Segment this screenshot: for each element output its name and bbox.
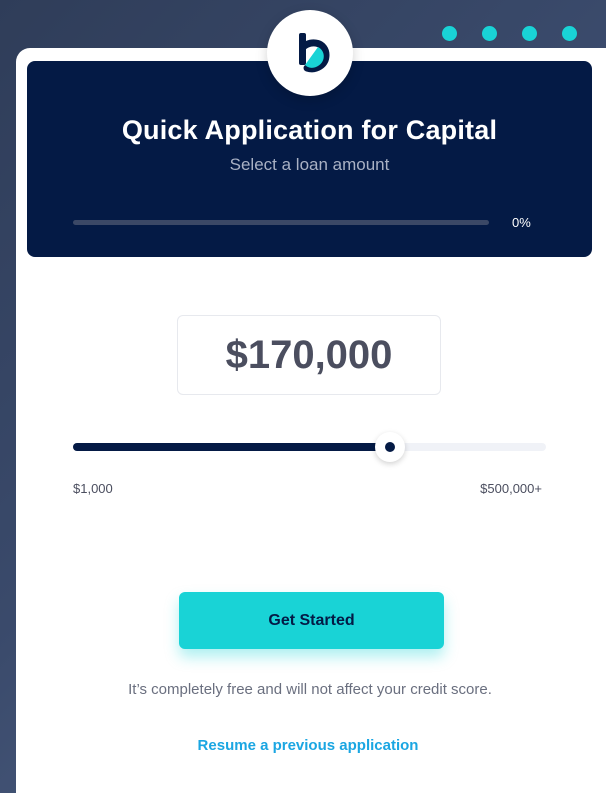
get-started-button[interactable]: Get Started bbox=[179, 592, 444, 649]
resume-application-link[interactable]: Resume a previous application bbox=[0, 737, 606, 754]
decorative-dot bbox=[482, 26, 497, 41]
decorative-dot bbox=[562, 26, 577, 41]
slider-thumb[interactable] bbox=[374, 432, 405, 462]
loan-amount-display[interactable]: $170,000 bbox=[177, 315, 441, 395]
progress-label: 0% bbox=[512, 215, 531, 230]
loan-amount-slider[interactable] bbox=[73, 432, 546, 462]
brand-b-logo-icon bbox=[299, 33, 330, 73]
brand-logo bbox=[267, 10, 353, 96]
decorative-dot bbox=[522, 26, 537, 41]
slider-fill bbox=[73, 443, 390, 451]
credit-disclaimer: It’s completely free and will not affect… bbox=[128, 681, 492, 698]
progress-bar bbox=[73, 220, 489, 225]
slider-max-label: $500,000+ bbox=[480, 481, 542, 496]
page-title: Quick Application for Capital bbox=[121, 115, 498, 145]
slider-min-label: $1,000 bbox=[73, 481, 113, 496]
page-subtitle: Select a loan amount bbox=[229, 155, 390, 174]
decorative-dot bbox=[442, 26, 457, 41]
